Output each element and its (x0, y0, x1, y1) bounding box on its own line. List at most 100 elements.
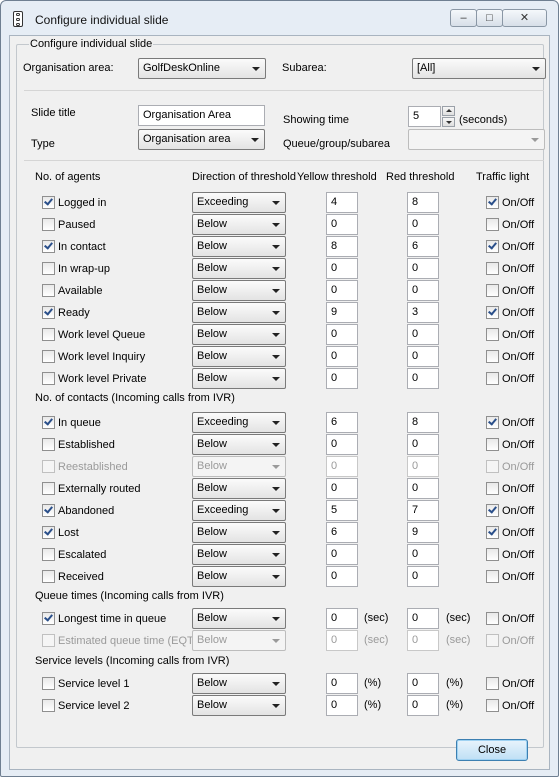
traffic-light-toggle[interactable]: On/Off (486, 611, 534, 627)
red-threshold-input[interactable]: 0 (407, 695, 439, 716)
traffic-light-toggle[interactable]: On/Off (486, 437, 534, 453)
slide-title-input[interactable]: Organisation Area (138, 105, 265, 126)
metric-checkbox[interactable]: Ready (42, 305, 90, 321)
yellow-threshold-input[interactable]: 0 (326, 368, 358, 389)
metric-checkbox[interactable]: Established (42, 437, 115, 453)
direction-select[interactable]: Below (192, 695, 286, 716)
red-threshold-input[interactable]: 0 (407, 544, 439, 565)
red-threshold-input[interactable]: 8 (407, 192, 439, 213)
traffic-light-toggle[interactable]: On/Off (486, 305, 534, 321)
direction-select[interactable]: Below (192, 434, 286, 455)
metric-checkbox[interactable]: Available (42, 283, 102, 299)
metric-checkbox[interactable]: Work level Inquiry (42, 349, 145, 365)
metric-checkbox[interactable]: Service level 1 (42, 676, 130, 692)
red-threshold-input[interactable]: 0 (407, 673, 439, 694)
traffic-light-toggle[interactable]: On/Off (486, 283, 534, 299)
direction-select[interactable]: Exceeding (192, 192, 286, 213)
yellow-threshold-input[interactable]: 0 (326, 630, 358, 651)
yellow-threshold-input[interactable]: 0 (326, 280, 358, 301)
traffic-light-toggle[interactable]: On/Off (486, 239, 534, 255)
direction-select[interactable]: Below (192, 456, 286, 477)
close-window-button[interactable]: ✕ (502, 9, 547, 27)
traffic-light-toggle[interactable]: On/Off (486, 415, 534, 431)
traffic-light-toggle[interactable]: On/Off (486, 547, 534, 563)
traffic-light-toggle[interactable]: On/Off (486, 459, 534, 475)
red-threshold-input[interactable]: 7 (407, 500, 439, 521)
metric-checkbox[interactable]: Reestablished (42, 459, 128, 475)
red-threshold-input[interactable]: 3 (407, 302, 439, 323)
yellow-threshold-input[interactable]: 4 (326, 192, 358, 213)
metric-checkbox[interactable]: Service level 2 (42, 698, 130, 714)
direction-select[interactable]: Below (192, 673, 286, 694)
direction-select[interactable]: Below (192, 302, 286, 323)
minimize-button[interactable]: – (450, 9, 477, 27)
yellow-threshold-input[interactable]: 5 (326, 500, 358, 521)
traffic-light-toggle[interactable]: On/Off (486, 481, 534, 497)
metric-checkbox[interactable]: Logged in (42, 195, 106, 211)
metric-checkbox[interactable]: Paused (42, 217, 95, 233)
close-button[interactable]: Close (456, 739, 528, 761)
yellow-threshold-input[interactable]: 0 (326, 695, 358, 716)
yellow-threshold-input[interactable]: 6 (326, 522, 358, 543)
direction-select[interactable]: Below (192, 608, 286, 629)
direction-select[interactable]: Below (192, 214, 286, 235)
red-threshold-input[interactable]: 0 (407, 258, 439, 279)
showing-time-spinner[interactable] (442, 106, 455, 127)
yellow-threshold-input[interactable]: 0 (326, 434, 358, 455)
red-threshold-input[interactable]: 0 (407, 214, 439, 235)
red-threshold-input[interactable]: 0 (407, 566, 439, 587)
red-threshold-input[interactable]: 0 (407, 280, 439, 301)
metric-checkbox[interactable]: Work level Private (42, 371, 146, 387)
metric-checkbox[interactable]: Escalated (42, 547, 106, 563)
traffic-light-toggle[interactable]: On/Off (486, 633, 534, 649)
org-area-select[interactable]: GolfDeskOnline (138, 58, 266, 79)
yellow-threshold-input[interactable]: 0 (326, 324, 358, 345)
yellow-threshold-input[interactable]: 0 (326, 346, 358, 367)
yellow-threshold-input[interactable]: 0 (326, 566, 358, 587)
red-threshold-input[interactable]: 8 (407, 412, 439, 433)
red-threshold-input[interactable]: 0 (407, 324, 439, 345)
red-threshold-input[interactable]: 6 (407, 236, 439, 257)
queue-group-subarea-select[interactable] (408, 129, 545, 150)
showing-time-input[interactable]: 5 (408, 106, 441, 127)
direction-select[interactable]: Below (192, 324, 286, 345)
yellow-threshold-input[interactable]: 8 (326, 236, 358, 257)
traffic-light-toggle[interactable]: On/Off (486, 349, 534, 365)
spin-up-icon[interactable] (442, 106, 455, 116)
metric-checkbox[interactable]: Externally routed (42, 481, 141, 497)
direction-select[interactable]: Below (192, 566, 286, 587)
direction-select[interactable]: Below (192, 368, 286, 389)
direction-select[interactable]: Exceeding (192, 412, 286, 433)
direction-select[interactable]: Below (192, 478, 286, 499)
spin-down-icon[interactable] (442, 117, 455, 127)
traffic-light-toggle[interactable]: On/Off (486, 327, 534, 343)
traffic-light-toggle[interactable]: On/Off (486, 676, 534, 692)
metric-checkbox[interactable]: In wrap-up (42, 261, 110, 277)
direction-select[interactable]: Below (192, 544, 286, 565)
red-threshold-input[interactable]: 0 (407, 608, 439, 629)
traffic-light-toggle[interactable]: On/Off (486, 195, 534, 211)
metric-checkbox[interactable]: Received (42, 569, 104, 585)
yellow-threshold-input[interactable]: 0 (326, 214, 358, 235)
metric-checkbox[interactable]: Lost (42, 525, 79, 541)
yellow-threshold-input[interactable]: 0 (326, 478, 358, 499)
traffic-light-toggle[interactable]: On/Off (486, 698, 534, 714)
type-select[interactable]: Organisation area (138, 129, 265, 150)
metric-checkbox[interactable]: Work level Queue (42, 327, 145, 343)
direction-select[interactable]: Below (192, 236, 286, 257)
yellow-threshold-input[interactable]: 9 (326, 302, 358, 323)
yellow-threshold-input[interactable]: 0 (326, 608, 358, 629)
metric-checkbox[interactable]: In queue (42, 415, 101, 431)
red-threshold-input[interactable]: 0 (407, 368, 439, 389)
red-threshold-input[interactable]: 0 (407, 630, 439, 651)
direction-select[interactable]: Below (192, 346, 286, 367)
yellow-threshold-input[interactable]: 0 (326, 544, 358, 565)
metric-checkbox[interactable]: In contact (42, 239, 106, 255)
traffic-light-toggle[interactable]: On/Off (486, 371, 534, 387)
metric-checkbox[interactable]: Longest time in queue (42, 611, 166, 627)
yellow-threshold-input[interactable]: 0 (326, 258, 358, 279)
traffic-light-toggle[interactable]: On/Off (486, 569, 534, 585)
traffic-light-toggle[interactable]: On/Off (486, 217, 534, 233)
subarea-select[interactable]: [All] (412, 58, 546, 79)
yellow-threshold-input[interactable]: 6 (326, 412, 358, 433)
